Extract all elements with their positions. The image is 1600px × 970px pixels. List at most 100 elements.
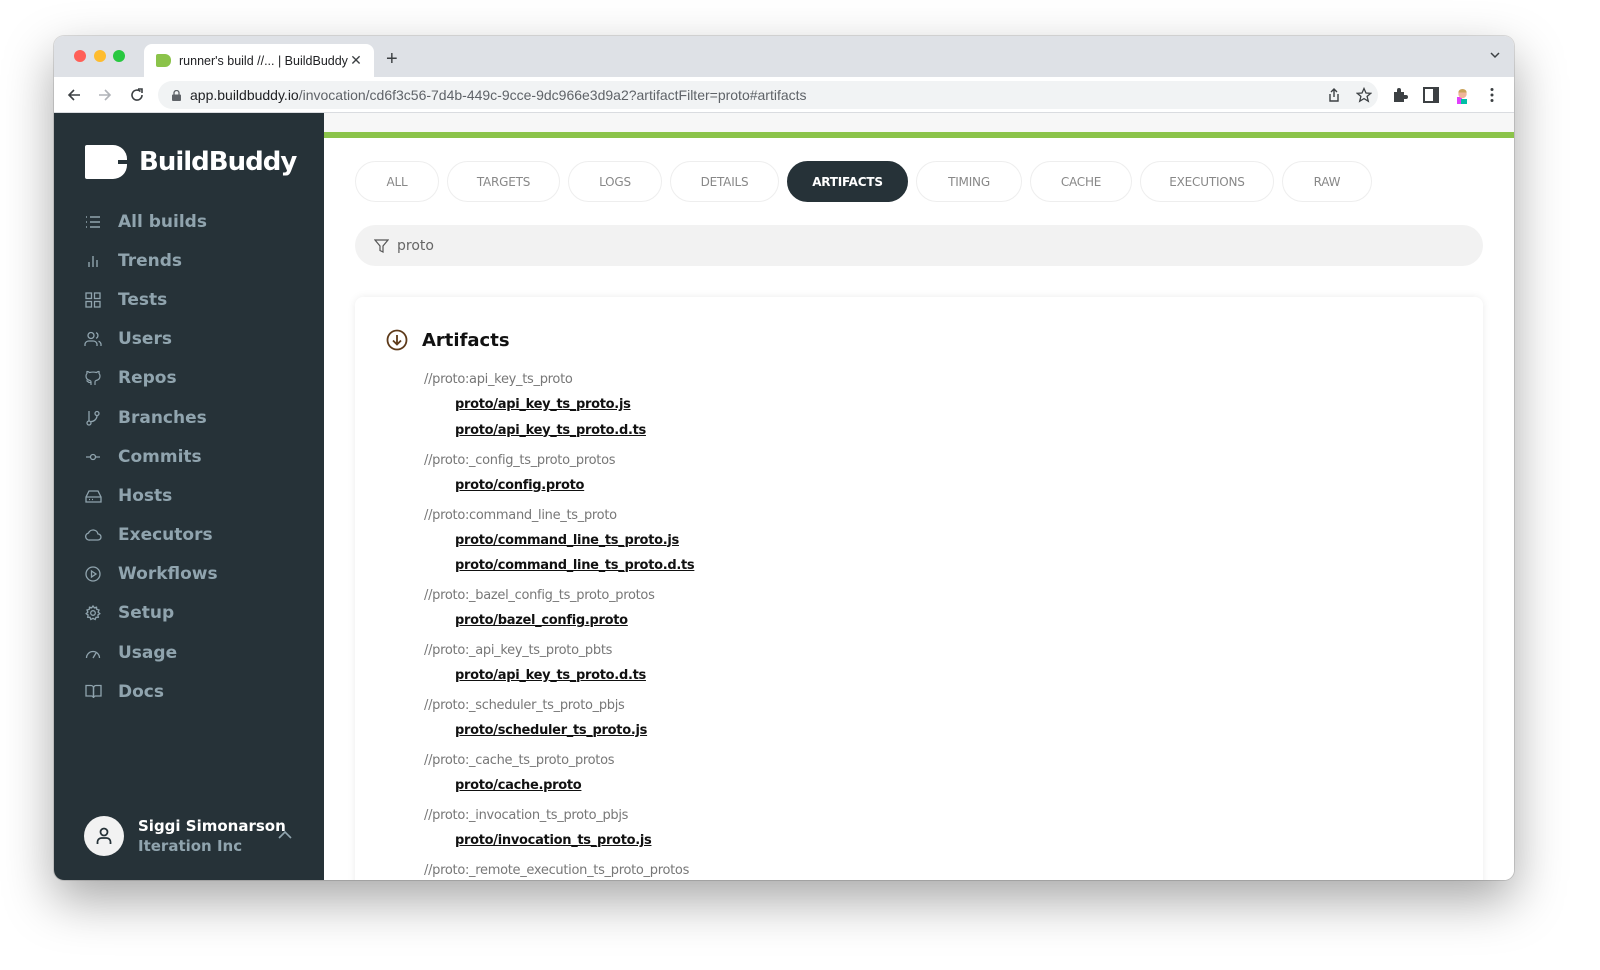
sidebar-item-all-builds[interactable]: All builds: [84, 202, 218, 241]
reload-button[interactable]: [127, 85, 147, 105]
extensions-icon[interactable]: [1391, 86, 1409, 104]
tab-executions[interactable]: EXECUTIONS: [1140, 161, 1274, 202]
artifact-group: //proto:api_key_ts_proto proto/api_key_ts…: [424, 367, 694, 443]
artifacts-header: Artifacts: [386, 329, 510, 351]
more-menu-icon[interactable]: [1483, 86, 1501, 104]
tab-artifacts[interactable]: ARTIFACTS: [787, 161, 908, 202]
git-branch-icon: [84, 409, 102, 427]
sidebar-item-workflows[interactable]: Workflows: [84, 555, 218, 594]
artifact-group: //proto:_bazel_config_ts_proto_protos pro…: [424, 583, 694, 634]
sidebar-item-hosts[interactable]: Hosts: [84, 476, 218, 515]
artifact-file-link[interactable]: proto/config.proto: [424, 473, 694, 499]
browser-window: runner's build //... | BuildBuddy ✕ + ap…: [54, 36, 1514, 880]
grid-icon: [84, 291, 102, 309]
artifact-target-label: //proto:_invocation_ts_proto_pbjs: [424, 808, 629, 823]
back-button[interactable]: [64, 85, 84, 105]
hard-drive-icon: [84, 487, 102, 505]
bar-chart-icon: [84, 252, 102, 270]
artifact-target-label: //proto:_config_ts_proto_protos: [424, 452, 616, 468]
tab-cache[interactable]: CACHE: [1030, 161, 1132, 202]
bookmark-star-icon[interactable]: [1356, 87, 1372, 103]
brand-name: BuildBuddy: [139, 147, 297, 177]
artifact-file-link[interactable]: proto/api_key_ts_proto.d.ts: [424, 418, 694, 444]
artifact-group: //proto:_remote_execution_ts_proto_proto…: [424, 858, 694, 880]
user-name: Siggi Simonarson: [138, 817, 286, 835]
sidebar: BuildBuddy All builds Trends Tests Users…: [54, 113, 324, 880]
minimize-window-button[interactable]: [94, 50, 106, 62]
address-bar[interactable]: app.buildbuddy.io/invocation/cd6f3c56-7d…: [158, 81, 1378, 109]
artifact-group: //proto:_api_key_ts_proto_pbts proto/api_…: [424, 638, 694, 689]
forward-button[interactable]: [95, 85, 115, 105]
url-text: app.buildbuddy.io/invocation/cd6f3c56-7d…: [190, 87, 807, 103]
invocation-tabs: ALL TARGETS LOGS DETAILS ARTIFACTS TIMIN…: [355, 161, 1372, 202]
artifact-filter-input[interactable]: [397, 237, 1397, 254]
sidebar-item-executors[interactable]: Executors: [84, 516, 218, 555]
artifact-file-link[interactable]: proto/command_line_ts_proto.d.ts: [424, 553, 695, 579]
sidebar-item-branches[interactable]: Branches: [84, 398, 218, 437]
tab-details[interactable]: DETAILS: [670, 161, 779, 202]
tab-logs[interactable]: LOGS: [568, 161, 662, 202]
artifact-group: //proto:_scheduler_ts_proto_pbjs proto/sc…: [424, 693, 694, 744]
buildbuddy-favicon-icon: [156, 54, 171, 67]
share-icon[interactable]: [1326, 87, 1342, 103]
artifact-filter: [355, 225, 1483, 266]
buildbuddy-app: BuildBuddy All builds Trends Tests Users…: [54, 113, 1514, 880]
artifact-target-label: //proto:_remote_execution_ts_proto_proto…: [424, 863, 690, 878]
tab-strip: runner's build //... | BuildBuddy ✕ +: [54, 36, 1514, 77]
download-circle-icon: [386, 329, 408, 351]
artifact-group: //proto:_config_ts_proto_protos proto/con…: [424, 448, 694, 499]
artifact-file-link[interactable]: proto/command_line_ts_proto.js: [424, 528, 694, 554]
sidebar-item-trends[interactable]: Trends: [84, 241, 218, 280]
cloud-icon: [84, 526, 102, 544]
artifact-file-link[interactable]: proto/cache.proto: [424, 773, 694, 799]
artifacts-title: Artifacts: [422, 329, 510, 351]
artifact-group: //proto:command_line_ts_proto proto/comma…: [424, 503, 695, 579]
tab-timing[interactable]: TIMING: [916, 161, 1022, 202]
sidebar-item-repos[interactable]: Repos: [84, 359, 218, 398]
user-avatar: [84, 816, 124, 856]
artifact-target-label: //proto:command_line_ts_proto: [424, 507, 617, 523]
reload-icon: [131, 88, 143, 101]
artifact-file-link[interactable]: proto/api_key_ts_proto.d.ts: [424, 663, 694, 689]
chevron-up-icon[interactable]: [278, 830, 292, 839]
new-tab-button[interactable]: +: [386, 48, 398, 71]
artifact-target-label: //proto:_scheduler_ts_proto_pbjs: [424, 698, 625, 713]
tab-all[interactable]: ALL: [355, 161, 439, 202]
tab-raw[interactable]: RAW: [1282, 161, 1372, 202]
main-content: ALL TARGETS LOGS DETAILS ARTIFACTS TIMIN…: [324, 113, 1514, 880]
profile-avatar[interactable]: [1453, 86, 1471, 104]
sidebar-item-setup[interactable]: Setup: [84, 594, 218, 633]
artifact-target-label: //proto:_api_key_ts_proto_pbts: [424, 643, 613, 658]
artifact-file-link[interactable]: proto/scheduler_ts_proto.js: [424, 718, 694, 744]
maximize-window-button[interactable]: [113, 50, 125, 62]
settings-icon: [84, 604, 102, 622]
buildbuddy-logo[interactable]: BuildBuddy: [85, 145, 297, 179]
side-panel-icon[interactable]: [1422, 86, 1440, 104]
artifact-file-link[interactable]: proto/invocation_ts_proto.js: [424, 828, 694, 854]
github-icon: [84, 369, 102, 387]
sidebar-item-usage[interactable]: Usage: [84, 633, 218, 672]
browser-tab[interactable]: runner's build //... | BuildBuddy ✕: [144, 44, 374, 77]
list-icon: [84, 213, 102, 231]
user-menu[interactable]: Siggi Simonarson Iteration Inc: [84, 816, 304, 856]
browser-toolbar: app.buildbuddy.io/invocation/cd6f3c56-7d…: [54, 77, 1514, 113]
tab-targets[interactable]: TARGETS: [447, 161, 560, 202]
sidebar-nav: All builds Trends Tests Users Repos Bran…: [84, 202, 218, 711]
sidebar-item-commits[interactable]: Commits: [84, 437, 218, 476]
forward-icon: [99, 89, 112, 101]
tab-close-icon[interactable]: ✕: [348, 53, 364, 69]
artifact-group: //proto:_invocation_ts_proto_pbjs proto/i…: [424, 803, 694, 854]
buildbuddy-logo-icon: [85, 145, 128, 179]
book-icon: [84, 683, 102, 701]
sidebar-item-users[interactable]: Users: [84, 320, 218, 359]
user-icon: [96, 827, 112, 844]
lock-icon: [172, 89, 181, 101]
artifact-file-link[interactable]: proto/bazel_config.proto: [424, 608, 694, 634]
artifact-file-link[interactable]: proto/api_key_ts_proto.js: [424, 392, 694, 418]
tab-search-chevron-icon[interactable]: [1490, 50, 1500, 60]
sidebar-item-docs[interactable]: Docs: [84, 672, 218, 711]
close-window-button[interactable]: [74, 50, 86, 62]
artifact-list: //proto:api_key_ts_proto proto/api_key_ts…: [424, 367, 695, 880]
user-org: Iteration Inc: [138, 837, 243, 855]
sidebar-item-tests[interactable]: Tests: [84, 280, 218, 319]
